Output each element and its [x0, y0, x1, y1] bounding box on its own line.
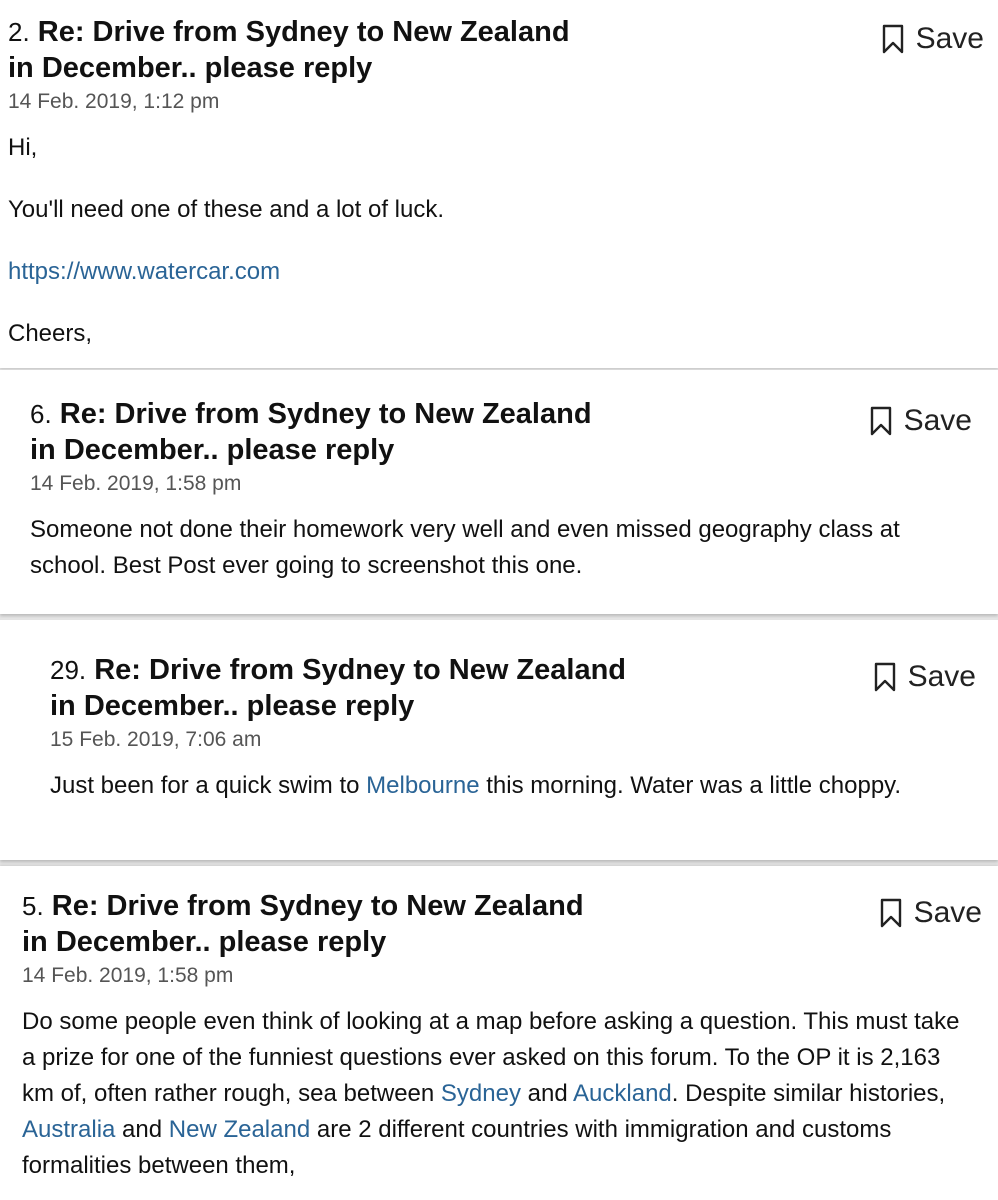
- place-link-new-zealand[interactable]: New Zealand: [169, 1116, 310, 1143]
- place-link-melbourne[interactable]: Melbourne: [366, 772, 479, 799]
- save-label: Save: [915, 22, 984, 55]
- post-body: Just been for a quick swim to Melbourne …: [50, 768, 930, 804]
- post-text-segment: Just been for a quick swim to: [50, 772, 367, 799]
- post-text: Do some people even think of looking at …: [22, 1004, 967, 1184]
- forum-post: 5. Re: Drive from Sydney to New Zealand …: [0, 866, 998, 1200]
- post-title[interactable]: 29. Re: Drive from Sydney to New Zealand…: [50, 652, 640, 724]
- post-text-segment: and: [520, 1080, 574, 1107]
- external-link[interactable]: https://www.watercar.com: [8, 258, 280, 285]
- save-label: Save: [903, 404, 972, 437]
- save-button[interactable]: Save: [870, 404, 972, 438]
- post-text-segment: and: [115, 1116, 169, 1143]
- post-number: 29.: [50, 655, 87, 685]
- place-link-australia[interactable]: Australia: [22, 1116, 115, 1143]
- post-date: 14 Feb. 2019, 1:12 pm: [8, 90, 220, 113]
- post-body: Do some people even think of looking at …: [22, 1004, 967, 1184]
- place-link-sydney[interactable]: Sydney: [441, 1080, 521, 1107]
- post-title[interactable]: 2. Re: Drive from Sydney to New Zealand …: [8, 14, 598, 86]
- forum-post: 2. Re: Drive from Sydney to New Zealand …: [0, 0, 998, 368]
- save-button[interactable]: Save: [874, 660, 976, 694]
- save-button[interactable]: Save: [882, 22, 984, 56]
- post-title[interactable]: 6. Re: Drive from Sydney to New Zealand …: [30, 396, 620, 468]
- save-label: Save: [913, 896, 982, 929]
- post-body: Hi, You'll need one of these and a lot o…: [8, 130, 988, 352]
- bookmark-icon: [870, 406, 891, 436]
- post-title[interactable]: 5. Re: Drive from Sydney to New Zealand …: [22, 888, 612, 960]
- post-date: 14 Feb. 2019, 1:58 pm: [22, 964, 234, 987]
- post-text-segment: this morning. Water was a little choppy.: [479, 772, 902, 799]
- post-number: 6.: [30, 399, 52, 429]
- post-text: You'll need one of these and a lot of lu…: [8, 196, 445, 223]
- post-number: 2.: [8, 17, 30, 47]
- post-text: Cheers,: [8, 320, 93, 347]
- post-text: Hi,: [8, 134, 38, 161]
- forum-post: 29. Re: Drive from Sydney to New Zealand…: [0, 620, 998, 860]
- post-title-text[interactable]: Re: Drive from Sydney to New Zealand in …: [22, 890, 584, 958]
- post-date: 15 Feb. 2019, 7:06 am: [50, 728, 262, 751]
- post-number: 5.: [22, 891, 44, 921]
- post-title-text[interactable]: Re: Drive from Sydney to New Zealand in …: [30, 398, 592, 466]
- bookmark-icon: [880, 898, 901, 928]
- post-text: Just been for a quick swim to Melbourne …: [50, 768, 930, 804]
- post-date: 14 Feb. 2019, 1:58 pm: [30, 472, 242, 495]
- forum-post: 6. Re: Drive from Sydney to New Zealand …: [0, 370, 998, 614]
- save-label: Save: [907, 660, 976, 693]
- post-text: Someone not done their homework very wel…: [30, 516, 900, 579]
- post-body: Someone not done their homework very wel…: [30, 512, 950, 584]
- place-link-auckland[interactable]: Auckland: [573, 1080, 672, 1107]
- post-text-segment: . Despite similar histories,: [671, 1080, 946, 1107]
- bookmark-icon: [882, 24, 903, 54]
- save-button[interactable]: Save: [880, 896, 982, 930]
- post-title-text[interactable]: Re: Drive from Sydney to New Zealand in …: [50, 654, 626, 722]
- post-title-text[interactable]: Re: Drive from Sydney to New Zealand in …: [8, 16, 570, 84]
- bookmark-icon: [874, 662, 895, 692]
